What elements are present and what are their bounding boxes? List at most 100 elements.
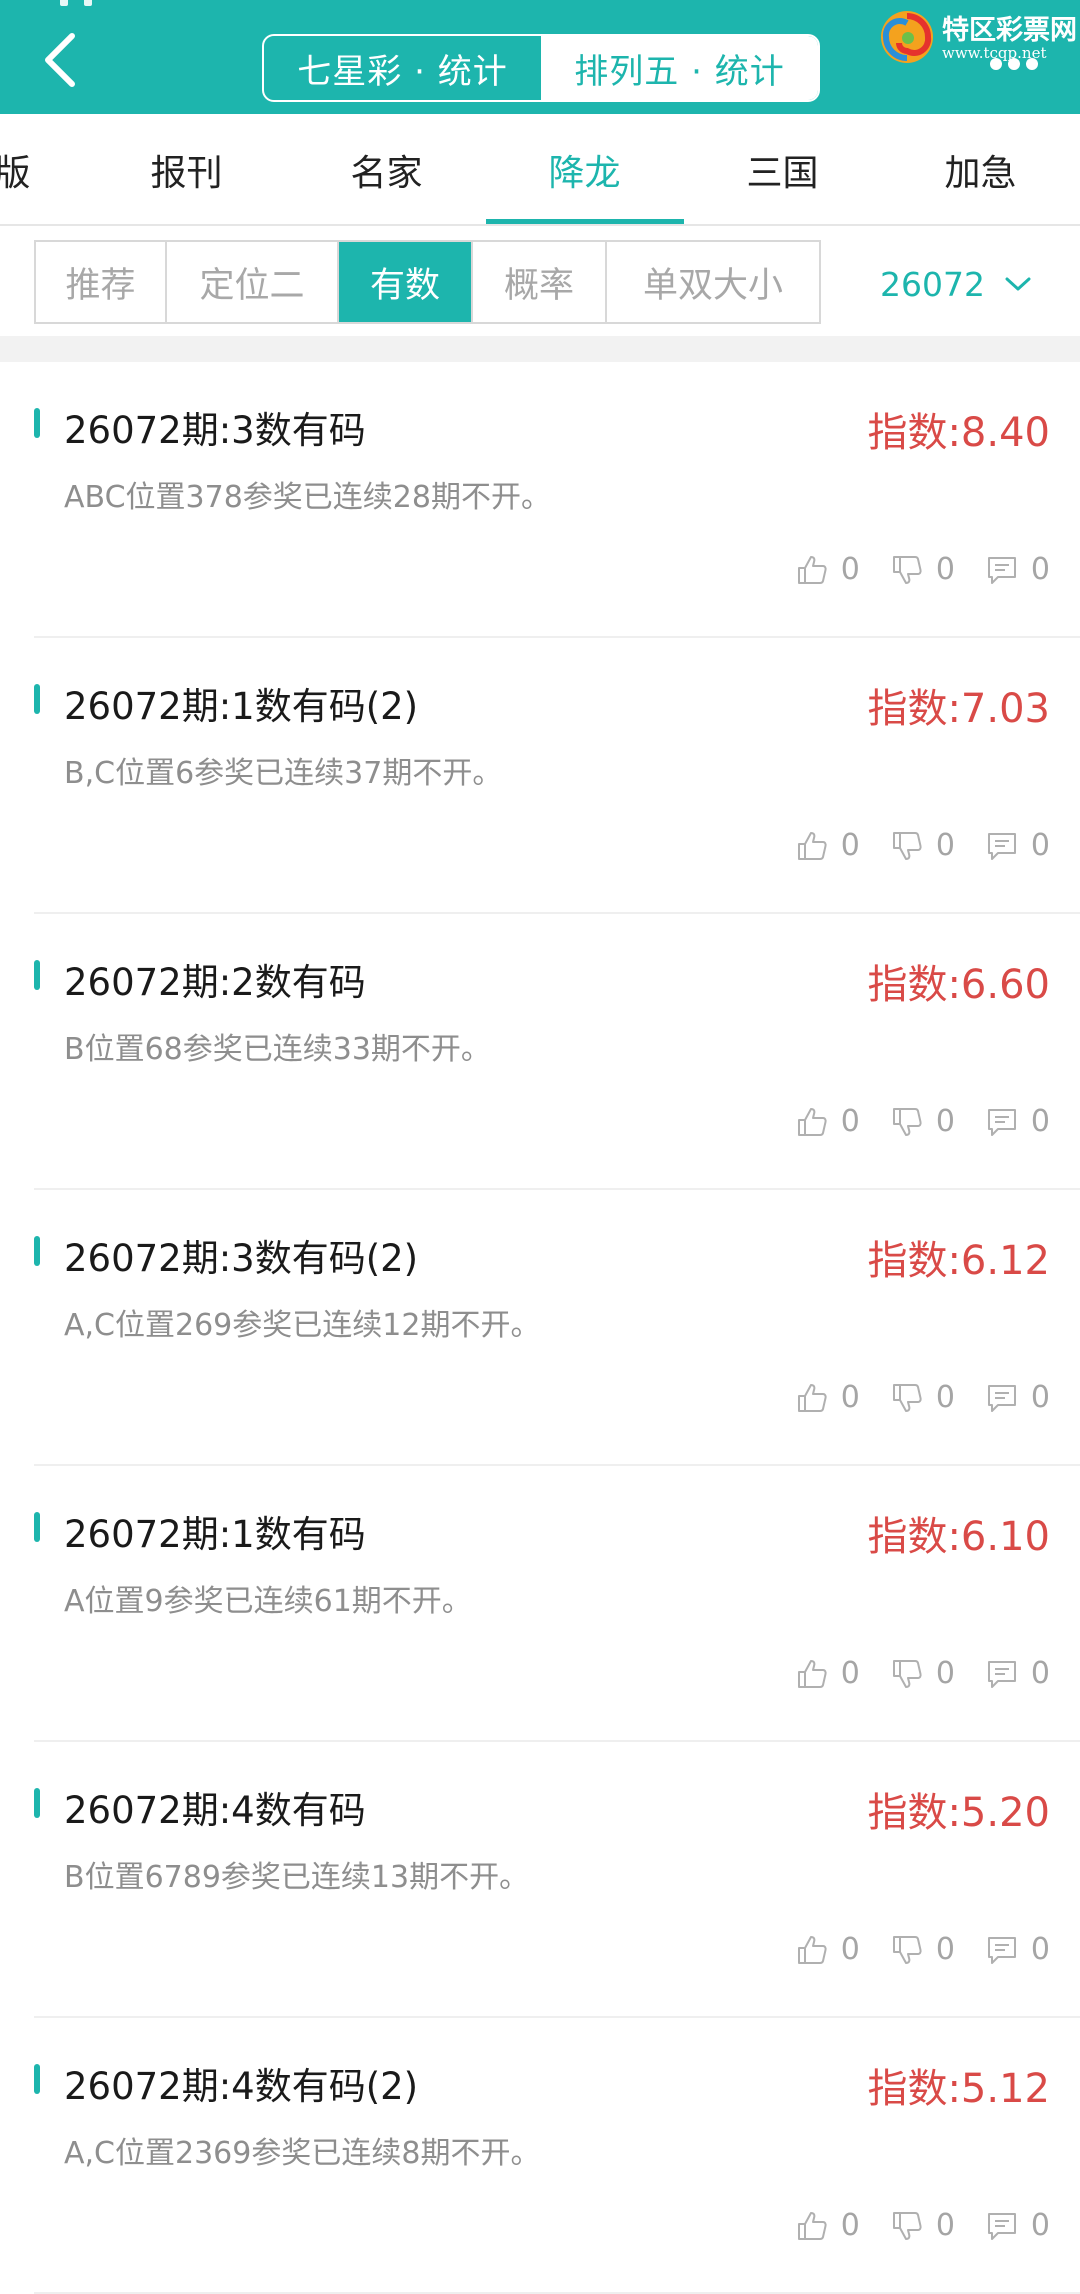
item-index: 指数:7.03 — [867, 686, 1050, 732]
filter-danshuang-daxiao[interactable]: 单双大小 — [607, 242, 819, 322]
list-item[interactable]: 26072期:4数有码(2) 指数:5.12 A,C位置2369参奖已连续8期不… — [0, 2018, 1080, 2294]
dislike-button[interactable]: 0 — [890, 828, 955, 863]
app-header: 七星彩 · 统计 排列五 · 统计 特区彩票网 www.tcqp.net — [0, 0, 1080, 114]
comment-button[interactable]: 0 — [985, 552, 1050, 587]
thumbs-up-icon — [797, 1935, 827, 1964]
accent-bar — [34, 1788, 40, 1818]
lottery-type-switch: 七星彩 · 统计 排列五 · 统计 — [262, 34, 820, 102]
category-tab-baokan[interactable]: 报刊 — [88, 114, 285, 226]
item-title: 26072期:1数有码 — [64, 1513, 366, 1556]
item-title: 26072期:3数有码 — [64, 409, 366, 452]
accent-bar — [34, 1236, 40, 1266]
list-item[interactable]: 26072期:3数有码 指数:8.40 ABC位置378参奖已连续28期不开。 … — [0, 362, 1080, 638]
thumbs-down-icon — [892, 1659, 922, 1688]
section-separator — [0, 336, 1080, 362]
comment-icon — [987, 1660, 1016, 1688]
item-title: 26072期:4数有码 — [64, 1789, 366, 1832]
more-menu-icon[interactable] — [990, 58, 1038, 70]
comment-icon — [987, 2212, 1016, 2240]
like-button[interactable]: 0 — [795, 552, 860, 587]
comment-button[interactable]: 0 — [985, 1104, 1050, 1139]
like-button[interactable]: 0 — [795, 2208, 860, 2243]
filter-gailv[interactable]: 概率 — [473, 242, 607, 322]
like-button[interactable]: 0 — [795, 1656, 860, 1691]
comment-icon — [987, 1936, 1016, 1964]
item-actions: 0 0 0 — [795, 1656, 1050, 1691]
item-description: A,C位置2369参奖已连续8期不开。 — [64, 2136, 541, 2171]
dislike-button[interactable]: 0 — [890, 1932, 955, 1967]
item-actions: 0 0 0 — [795, 1104, 1050, 1139]
comment-icon — [987, 1108, 1016, 1136]
comment-button[interactable]: 0 — [985, 1932, 1050, 1967]
filter-youshu[interactable]: 有数 — [339, 242, 473, 322]
comment-count: 0 — [1030, 1932, 1050, 1967]
thumbs-down-icon — [892, 555, 922, 584]
tab-qixingcai-stats[interactable]: 七星彩 · 统计 — [264, 36, 541, 100]
category-tab-sanguo[interactable]: 三国 — [684, 114, 881, 226]
dislike-button[interactable]: 0 — [890, 1380, 955, 1415]
item-actions: 0 0 0 — [795, 1380, 1050, 1415]
like-count: 0 — [840, 552, 860, 587]
item-index: 指数:6.12 — [867, 1238, 1050, 1284]
comment-icon — [987, 832, 1016, 860]
item-title: 26072期:2数有码 — [64, 961, 366, 1004]
dislike-button[interactable]: 0 — [890, 1104, 955, 1139]
list-item[interactable]: 26072期:2数有码 指数:6.60 B位置68参奖已连续33期不开。 0 0 — [0, 914, 1080, 1190]
like-count: 0 — [840, 1656, 860, 1691]
comment-icon — [987, 556, 1016, 584]
like-button[interactable]: 0 — [795, 1380, 860, 1415]
comment-button[interactable]: 0 — [985, 1380, 1050, 1415]
item-index: 指数:6.60 — [867, 962, 1050, 1008]
dislike-count: 0 — [935, 1380, 955, 1415]
list-item[interactable]: 26072期:1数有码 指数:6.10 A位置9参奖已连续61期不开。 0 0 — [0, 1466, 1080, 1742]
dislike-button[interactable]: 0 — [890, 552, 955, 587]
like-button[interactable]: 0 — [795, 1104, 860, 1139]
dislike-count: 0 — [935, 1656, 955, 1691]
item-actions: 0 0 0 — [795, 828, 1050, 863]
like-button[interactable]: 0 — [795, 828, 860, 863]
comment-button[interactable]: 0 — [985, 828, 1050, 863]
tab-pailiewu-stats[interactable]: 排列五 · 统计 — [541, 36, 818, 100]
comment-button[interactable]: 0 — [985, 1656, 1050, 1691]
like-count: 0 — [840, 2208, 860, 2243]
dislike-count: 0 — [935, 2208, 955, 2243]
comment-button[interactable]: 0 — [985, 2208, 1050, 2243]
filter-bar: 推荐 定位二 有数 概率 单双大小 26072 — [0, 226, 1080, 336]
filter-dingweier[interactable]: 定位二 — [167, 242, 339, 322]
comment-count: 0 — [1030, 1104, 1050, 1139]
active-tab-indicator — [486, 219, 684, 224]
dislike-button[interactable]: 0 — [890, 1656, 955, 1691]
filter-tuijian[interactable]: 推荐 — [36, 242, 167, 322]
filter-group: 推荐 定位二 有数 概率 单双大小 — [34, 240, 821, 324]
list-item[interactable]: 26072期:1数有码(2) 指数:7.03 B,C位置6参奖已连续37期不开。… — [0, 638, 1080, 914]
item-title: 26072期:3数有码(2) — [64, 1237, 419, 1280]
category-tabs: 版 报刊 名家 降龙 三国 加急 — [0, 114, 1080, 226]
item-index: 指数:5.20 — [867, 1790, 1050, 1836]
dislike-count: 0 — [935, 828, 955, 863]
period-select[interactable]: 26072 — [880, 256, 1033, 312]
category-tab-mingjia[interactable]: 名家 — [288, 114, 485, 226]
category-tab-xianglong[interactable]: 降龙 — [486, 114, 683, 226]
item-description: B位置6789参奖已连续13期不开。 — [64, 1860, 530, 1895]
period-value: 26072 — [880, 264, 985, 304]
comment-icon — [987, 1384, 1016, 1412]
like-count: 0 — [840, 1932, 860, 1967]
thumbs-down-icon — [892, 2211, 922, 2240]
category-tab-jiaji[interactable]: 加急 — [882, 114, 1079, 226]
item-actions: 0 0 0 — [795, 552, 1050, 587]
chevron-down-icon — [1005, 277, 1031, 291]
item-description: A,C位置269参奖已连续12期不开。 — [64, 1308, 541, 1343]
thumbs-up-icon — [797, 2211, 827, 2240]
item-title: 26072期:1数有码(2) — [64, 685, 419, 728]
comment-count: 0 — [1030, 828, 1050, 863]
list-item[interactable]: 26072期:4数有码 指数:5.20 B位置6789参奖已连续13期不开。 0… — [0, 1742, 1080, 2018]
like-count: 0 — [840, 1380, 860, 1415]
chevron-left-icon — [45, 33, 75, 87]
back-button[interactable] — [30, 30, 90, 90]
like-button[interactable]: 0 — [795, 1932, 860, 1967]
comment-count: 0 — [1030, 1656, 1050, 1691]
item-index: 指数:5.12 — [867, 2066, 1050, 2112]
dislike-count: 0 — [935, 1104, 955, 1139]
list-item[interactable]: 26072期:3数有码(2) 指数:6.12 A,C位置269参奖已连续12期不… — [0, 1190, 1080, 1466]
dislike-button[interactable]: 0 — [890, 2208, 955, 2243]
